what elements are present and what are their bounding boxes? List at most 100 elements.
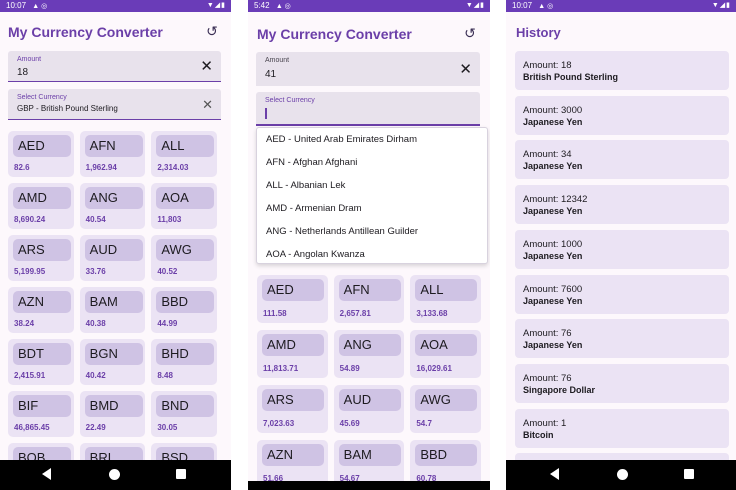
currency-card[interactable]: AOA 16,029.61 xyxy=(410,330,481,378)
currency-code: AOA xyxy=(415,334,478,356)
currency-card[interactable]: AWG 54.7 xyxy=(410,385,481,433)
currency-card[interactable]: ARS 5,199.95 xyxy=(8,235,74,281)
text-cursor xyxy=(265,108,267,119)
currency-card[interactable]: BGN 40.42 xyxy=(79,339,146,385)
history-currency-name: British Pound Sterling xyxy=(523,72,619,82)
history-title: History xyxy=(516,25,561,40)
currency-code: BGN xyxy=(84,343,143,365)
history-amount: Amount: 3000 xyxy=(523,104,583,116)
converted-value: 40.52 xyxy=(157,267,178,276)
currency-card[interactable]: ANG 54.89 xyxy=(333,330,405,378)
back-icon[interactable] xyxy=(550,468,559,480)
currency-card[interactable]: AUD 45.69 xyxy=(333,385,405,433)
nav-bar xyxy=(506,460,736,490)
currency-code: AOA xyxy=(156,187,215,209)
nav-bar xyxy=(0,460,231,490)
status-icons: ▼◢▮ xyxy=(711,2,731,9)
converted-value: 8.48 xyxy=(157,371,173,380)
history-amount: Amount: 34 xyxy=(523,149,572,161)
dropdown-item[interactable]: AMD - Armenian Dram xyxy=(266,203,362,214)
amount-label: Amount xyxy=(265,57,290,64)
converted-value: 30.05 xyxy=(157,423,178,432)
dropdown-item[interactable]: AED - United Arab Emirates Dirham xyxy=(266,134,417,145)
converted-value: 45.69 xyxy=(339,419,360,428)
currency-code: AMD xyxy=(13,187,71,209)
screen-converter-result: 10:07 ▲ ◎ ▼◢▮ My Currency Converter ↺ Am… xyxy=(0,0,231,490)
currency-card[interactable]: AMD 8,690.24 xyxy=(8,183,74,229)
history-currency-name: Bitcoin xyxy=(523,429,554,440)
currency-card[interactable]: AOA 11,803 xyxy=(151,183,217,229)
status-time: 5:42 xyxy=(254,1,270,10)
history-currency-name: Singapore Dollar xyxy=(523,384,596,395)
history-item[interactable]: Amount: 18 British Pound Sterling xyxy=(515,51,729,90)
dropdown-item[interactable]: ANG - Netherlands Antillean Guilder xyxy=(266,226,418,237)
history-icon[interactable]: ↺ xyxy=(203,22,221,40)
converted-value: 46,865.45 xyxy=(14,423,50,432)
currency-code: BAM xyxy=(338,444,401,466)
history-item[interactable]: Amount: 76 Japanese Yen xyxy=(515,319,729,359)
currency-card[interactable]: ARS 7,023.63 xyxy=(257,385,328,433)
currency-card[interactable]: AED 82.6 xyxy=(8,131,74,177)
history-item[interactable]: Amount: 1 Bitcoin xyxy=(515,408,729,448)
currency-card[interactable]: AZN 38.24 xyxy=(8,287,74,333)
close-icon[interactable]: ✕ xyxy=(202,97,213,112)
converted-value: 22.49 xyxy=(85,423,106,432)
close-icon[interactable]: ✕ xyxy=(200,59,213,74)
history-item[interactable]: Amount: 7600 Japanese Yen xyxy=(515,274,729,314)
history-icon[interactable]: ↺ xyxy=(461,24,479,42)
currency-grid: AED 82.6 AFN 1,962.94 ALL 2,314.03 AMD 8,690.24… xyxy=(8,131,217,489)
currency-card[interactable]: AFN 2,657.81 xyxy=(333,275,405,323)
currency-card[interactable]: BAM 40.38 xyxy=(79,287,146,333)
currency-code: AFN xyxy=(338,279,401,301)
amount-field[interactable]: Amount 18 ✕ xyxy=(8,51,221,82)
currency-card[interactable]: ALL 3,133.68 xyxy=(410,275,481,323)
converted-value: 40.54 xyxy=(85,215,106,224)
recents-icon[interactable] xyxy=(176,469,186,479)
nav-bar xyxy=(248,481,490,490)
back-icon[interactable] xyxy=(42,468,51,480)
currency-code: ARS xyxy=(262,389,324,411)
currency-card[interactable]: ALL 2,314.03 xyxy=(151,131,217,177)
currency-code: AWG xyxy=(415,389,478,411)
converted-value: 16,029.61 xyxy=(416,364,452,373)
currency-select-field[interactable]: Select Currency GBP - British Pound Ster… xyxy=(8,89,221,120)
currency-card[interactable]: ANG 40.54 xyxy=(79,183,146,229)
history-currency-name: Japanese Yen xyxy=(523,206,583,217)
history-item[interactable]: Amount: 1000 Japanese Yen xyxy=(515,229,729,269)
currency-card[interactable]: AED 111.58 xyxy=(257,275,328,323)
currency-card[interactable]: BHD 8.48 xyxy=(151,339,217,385)
history-item[interactable]: Amount: 12342 Japanese Yen xyxy=(515,185,729,225)
history-currency-name: Japanese Yen xyxy=(523,116,583,127)
currency-card[interactable]: BIF 46,865.45 xyxy=(8,391,74,437)
dropdown-item[interactable]: AOA - Angolan Kwanza xyxy=(266,249,365,260)
converted-value: 82.6 xyxy=(14,163,30,172)
home-icon[interactable] xyxy=(109,469,120,480)
converted-value: 11,813.71 xyxy=(263,364,299,373)
status-icons: ▼◢▮ xyxy=(206,2,226,9)
history-item[interactable]: Amount: 34 Japanese Yen xyxy=(515,140,729,180)
history-item[interactable]: Amount: 3000 Japanese Yen xyxy=(515,95,729,135)
recents-icon[interactable] xyxy=(684,469,694,479)
currency-card[interactable]: BND 30.05 xyxy=(151,391,217,437)
dropdown-item[interactable]: AFN - Afghan Afghani xyxy=(266,157,357,168)
currency-card[interactable]: BDT 2,415.91 xyxy=(8,339,74,385)
currency-grid: AED 111.58 AFN 2,657.81 ALL 3,133.68 AMD 11,813… xyxy=(257,275,481,488)
history-item[interactable]: Amount: 76 Singapore Dollar xyxy=(515,363,729,403)
currency-card[interactable]: AMD 11,813.71 xyxy=(257,330,328,378)
home-icon[interactable] xyxy=(617,469,628,480)
currency-code: ARS xyxy=(13,239,71,261)
currency-card[interactable]: BBD 44.99 xyxy=(151,287,217,333)
currency-select-field[interactable]: Select Currency xyxy=(256,92,480,126)
dropdown-item[interactable]: ALL - Albanian Lek xyxy=(266,180,345,191)
close-icon[interactable]: ✕ xyxy=(459,62,472,77)
currency-code: AED xyxy=(13,135,71,157)
currency-card[interactable]: AFN 1,962.94 xyxy=(79,131,146,177)
status-bar: 10:07 ▲ ◎ ▼◢▮ xyxy=(0,0,231,12)
amount-field[interactable]: Amount 41 ✕ xyxy=(256,52,480,86)
currency-card[interactable]: BMD 22.49 xyxy=(79,391,146,437)
converted-value: 8,690.24 xyxy=(14,215,46,224)
currency-card[interactable]: AUD 33.76 xyxy=(79,235,146,281)
history-amount: Amount: 76 xyxy=(523,372,572,384)
currency-card[interactable]: AWG 40.52 xyxy=(151,235,217,281)
notification-icon: ▲ ◎ xyxy=(275,3,291,10)
